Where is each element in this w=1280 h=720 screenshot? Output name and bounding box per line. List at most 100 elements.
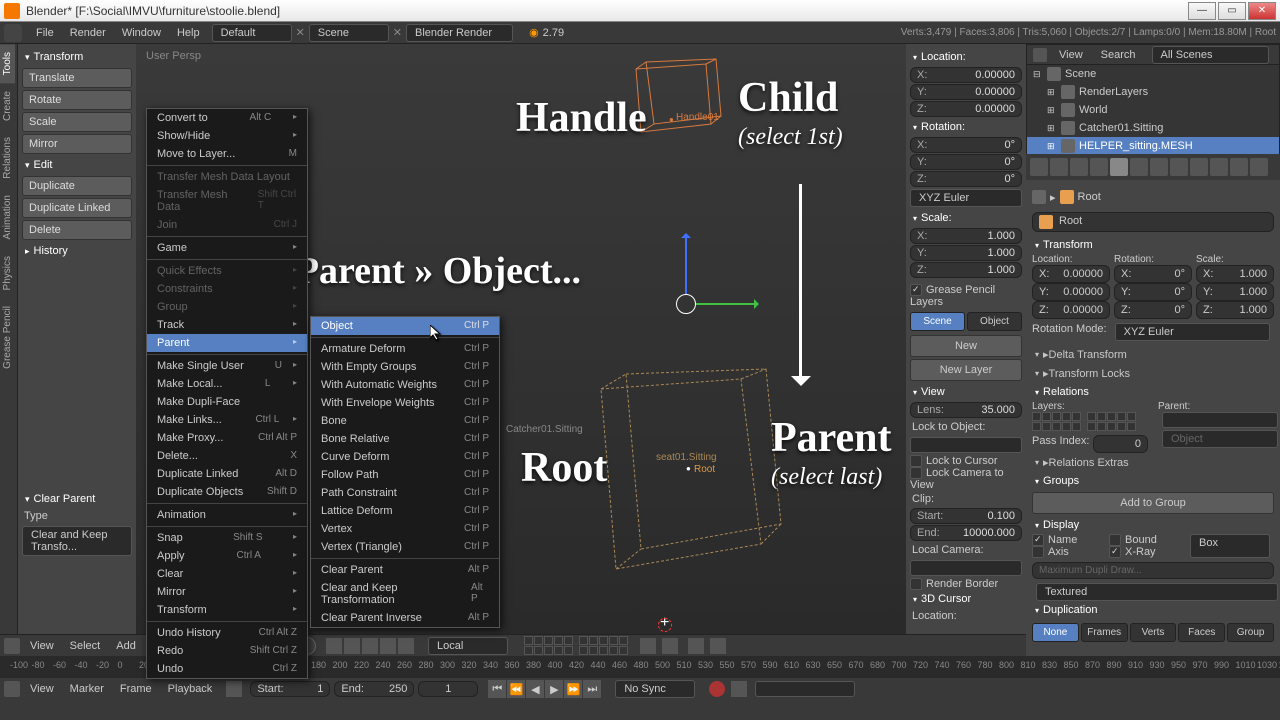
menu-item-duplicate-objects[interactable]: Duplicate ObjectsShift D [147, 483, 307, 501]
render-engine-dropdown[interactable]: Blender Render [406, 24, 513, 42]
rotation-header[interactable]: Rotation: [910, 118, 1022, 136]
local-cam-field[interactable] [910, 560, 1022, 576]
locks-section[interactable]: ▸ Transform Locks [1032, 364, 1274, 383]
render-border-check[interactable]: Render Border [926, 578, 998, 590]
auto-keyframe-icon[interactable] [709, 681, 725, 697]
delta-section[interactable]: ▸ Delta Transform [1032, 345, 1274, 364]
menu-item-vertex-triangle-[interactable]: Vertex (Triangle)Ctrl P [311, 538, 499, 556]
p-rot-y[interactable]: Y:0° [1114, 283, 1192, 301]
menu-item-duplicate-linked[interactable]: Duplicate LinkedAlt D [147, 465, 307, 483]
particles-tab-icon[interactable] [1230, 158, 1248, 176]
vh-select-menu[interactable]: Select [64, 638, 107, 654]
render-tab-icon[interactable] [1030, 158, 1048, 176]
window-menu[interactable]: Window [114, 24, 169, 42]
menu-item-transfer-mesh-data-layout[interactable]: Transfer Mesh Data Layout [147, 168, 307, 186]
menu-item-follow-path[interactable]: Follow PathCtrl P [311, 466, 499, 484]
dup-none[interactable]: None [1032, 623, 1079, 642]
menu-item-make-links-[interactable]: Make Links...Ctrl L [147, 411, 307, 429]
keyframe-prev-icon[interactable]: ⏪ [507, 680, 525, 698]
keying-set-icon[interactable] [731, 681, 747, 697]
menu-item-mirror[interactable]: Mirror [147, 583, 307, 601]
render-menu[interactable]: Render [62, 24, 114, 42]
screen-layout-dropdown[interactable]: Default [212, 24, 292, 42]
outliner-item-renderlayers[interactable]: ⊞RenderLayers [1027, 83, 1279, 101]
maximize-button[interactable]: ▭ [1218, 2, 1246, 20]
outliner-search-menu[interactable]: Search [1095, 47, 1142, 63]
tl-frame-menu[interactable]: Frame [114, 681, 158, 697]
view-header[interactable]: View [910, 383, 1022, 401]
close-button[interactable]: ✕ [1248, 2, 1276, 20]
menu-item-curve-deform[interactable]: Curve DeformCtrl P [311, 448, 499, 466]
lock-object-field[interactable] [910, 437, 1022, 453]
blender-splash-icon[interactable]: ◉ [529, 26, 539, 39]
physics-tab[interactable]: Physics [0, 248, 15, 298]
render-anim-icon[interactable] [710, 638, 726, 654]
relations-section[interactable]: Relations [1032, 383, 1274, 401]
dup-frames[interactable]: Frames [1081, 623, 1128, 642]
name-check[interactable]: Name [1048, 534, 1077, 546]
p-rot-z[interactable]: Z:0° [1114, 301, 1192, 319]
scale-x[interactable]: X:1.000 [910, 228, 1022, 244]
menu-item-quick-effects[interactable]: Quick Effects [147, 262, 307, 280]
jump-start-icon[interactable]: ⏮ [488, 680, 506, 698]
menu-item-bone[interactable]: BoneCtrl P [311, 412, 499, 430]
vh-add-menu[interactable]: Add [110, 638, 142, 654]
3d-cursor-header[interactable]: 3D Cursor [910, 590, 1022, 608]
texture-tab-icon[interactable] [1210, 158, 1228, 176]
display-section[interactable]: Display [1032, 516, 1274, 534]
menu-item-bone-relative[interactable]: Bone RelativeCtrl P [311, 430, 499, 448]
grease-pencil-tab[interactable]: Grease Pencil [0, 298, 15, 377]
start-frame[interactable]: Start:1 [250, 681, 330, 697]
edit-panel-header[interactable]: Edit [22, 156, 132, 174]
gp-object-tab[interactable]: Object [967, 312, 1022, 331]
animation-tab[interactable]: Animation [0, 187, 15, 247]
clear-type-dropdown[interactable]: Clear and Keep Transfo... [22, 526, 132, 556]
gp-scene-tab[interactable]: Scene [910, 312, 965, 331]
data-tab-icon[interactable] [1170, 158, 1188, 176]
outliner-view-menu[interactable]: View [1053, 47, 1089, 63]
snap-icon[interactable] [640, 638, 656, 654]
tl-view-menu[interactable]: View [24, 681, 60, 697]
scale-button[interactable]: Scale [22, 112, 132, 132]
mirror-button[interactable]: Mirror [22, 134, 132, 154]
p-scale-x[interactable]: X:1.000 [1196, 265, 1274, 283]
menu-item-constraints[interactable]: Constraints [147, 280, 307, 298]
menu-item-delete-[interactable]: Delete...X [147, 447, 307, 465]
menu-item-show-hide[interactable]: Show/Hide [147, 127, 307, 145]
loc-x[interactable]: X:0.00000 [910, 67, 1022, 83]
gizmo-translate-icon[interactable] [362, 638, 378, 654]
menu-item-convert-to[interactable]: Convert toAlt C [147, 109, 307, 127]
menu-item-undo-history[interactable]: Undo HistoryCtrl Alt Z [147, 624, 307, 642]
menu-item-vertex[interactable]: VertexCtrl P [311, 520, 499, 538]
rot-x[interactable]: X:0° [910, 137, 1022, 153]
duplication-section[interactable]: Duplication [1032, 601, 1274, 619]
help-menu[interactable]: Help [169, 24, 208, 42]
current-frame[interactable]: 1 [418, 681, 478, 697]
menu-item-parent[interactable]: Parent [147, 334, 307, 352]
transform-section[interactable]: Transform [1032, 236, 1274, 254]
tools-tab[interactable]: Tools [0, 44, 15, 83]
outliner-item-world[interactable]: ⊞World [1027, 101, 1279, 119]
menu-item-apply[interactable]: ApplyCtrl A [147, 547, 307, 565]
rot-mode-dropdown[interactable]: XYZ Euler [910, 189, 1022, 207]
relations-tab[interactable]: Relations [0, 129, 15, 187]
menu-item-clear-and-keep-transformation[interactable]: Clear and Keep TransformationAlt P [311, 579, 499, 609]
menu-item-redo[interactable]: RedoShift Ctrl Z [147, 642, 307, 660]
menu-item--with-envelope-weights[interactable]: With Envelope WeightsCtrl P [311, 394, 499, 412]
layers-widget[interactable] [1032, 412, 1148, 431]
outliner-item-catcher01-sitting[interactable]: ⊞Catcher01.Sitting [1027, 119, 1279, 137]
axis-check[interactable]: Axis [1048, 546, 1069, 558]
snap-type-icon[interactable] [662, 638, 678, 654]
last-op-header[interactable]: Clear Parent [22, 490, 132, 508]
pivot-icon[interactable] [326, 638, 342, 654]
jump-end-icon[interactable]: ⏭ [583, 680, 601, 698]
render-layers-tab-icon[interactable] [1050, 158, 1068, 176]
menu-item-armature-deform[interactable]: Armature DeformCtrl P [311, 340, 499, 358]
file-menu[interactable]: File [28, 24, 62, 42]
render-preview-icon[interactable] [688, 638, 704, 654]
duplicate-linked-button[interactable]: Duplicate Linked [22, 198, 132, 218]
menu-item-game[interactable]: Game [147, 239, 307, 257]
p-loc-x[interactable]: X:0.00000 [1032, 265, 1110, 283]
parent-field[interactable] [1162, 412, 1278, 428]
rotate-button[interactable]: Rotate [22, 90, 132, 110]
